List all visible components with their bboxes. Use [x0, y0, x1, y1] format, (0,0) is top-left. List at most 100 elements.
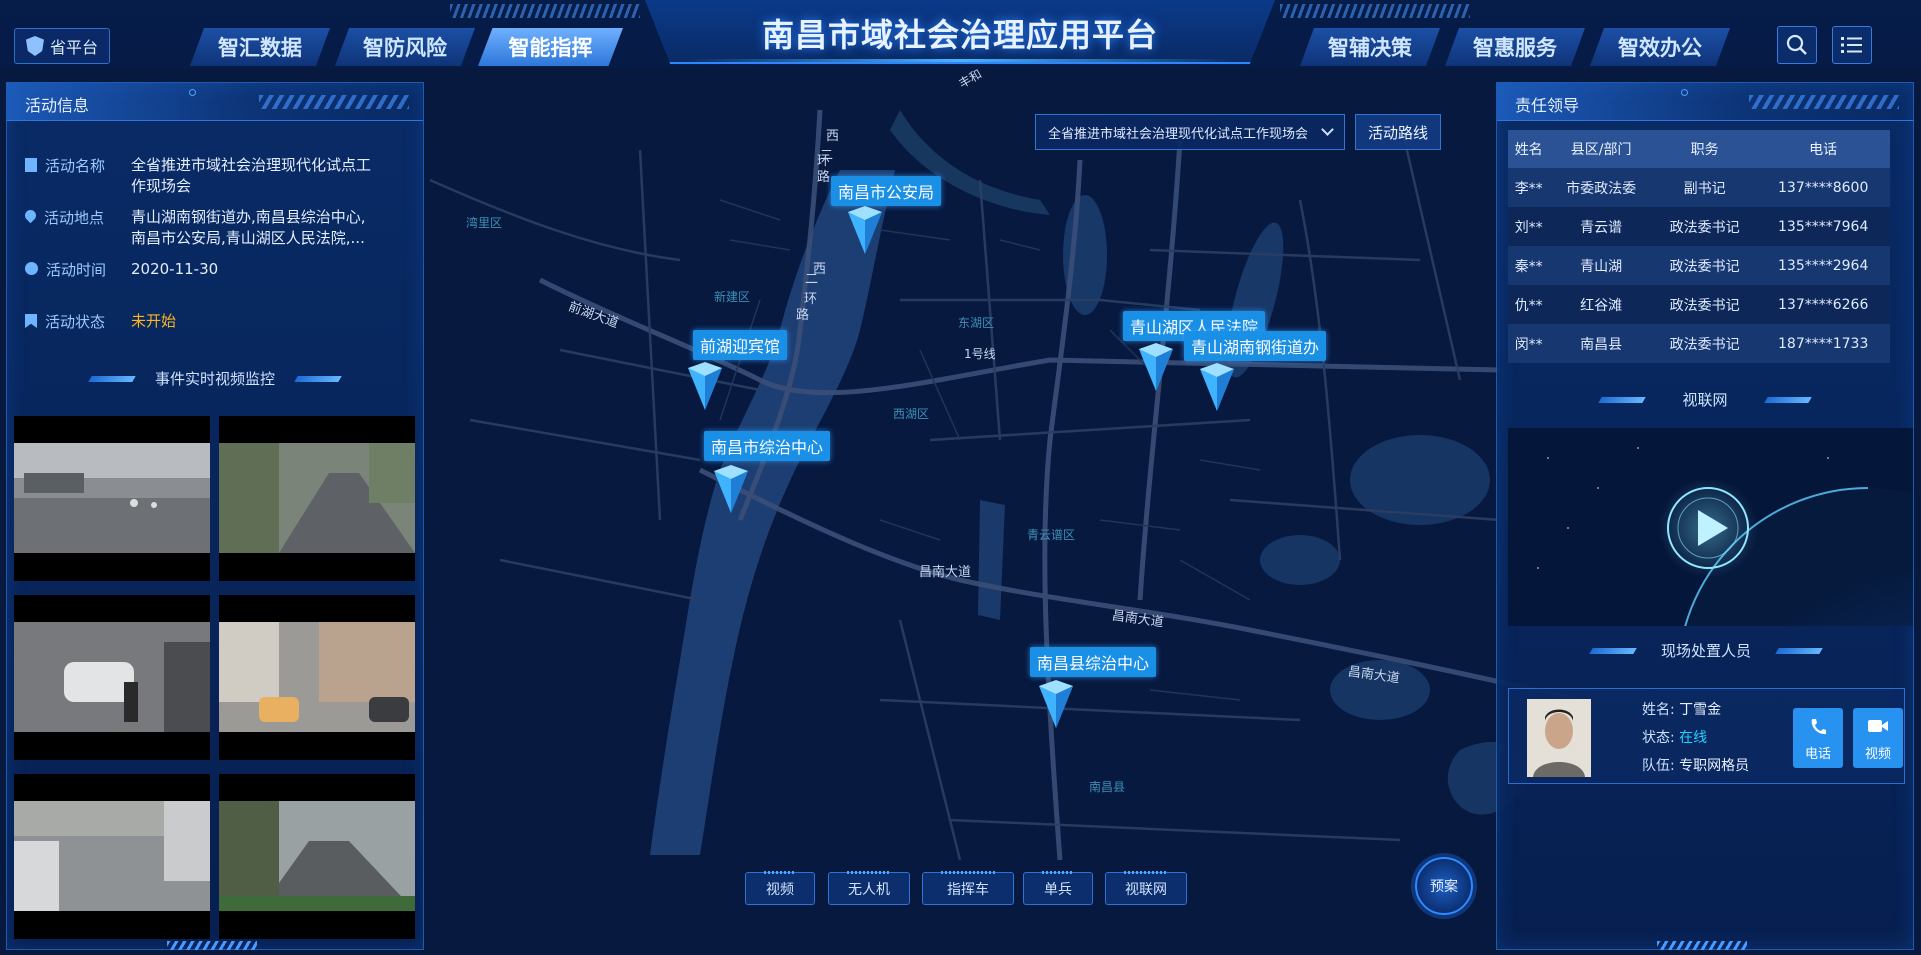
search-icon [1786, 34, 1807, 55]
phone-call-button[interactable]: 电话 [1793, 708, 1843, 768]
district-label-nanchang-county: 南昌县 [1089, 780, 1126, 794]
person-name: 丁雪金 [1679, 702, 1722, 718]
road-label-line1: 1号线 [964, 347, 996, 361]
province-platform-label: 省平台 [49, 38, 98, 57]
info-key: 活动地点 [22, 207, 121, 249]
panel-footer-decoration [1657, 941, 1747, 950]
table-row[interactable]: 李** 市委政法委 副书记 137****8600 [1508, 168, 1890, 207]
district-label-xinjian: 新建区 [714, 290, 751, 304]
bookmark-icon [25, 314, 37, 328]
video-feed-3[interactable] [14, 595, 210, 760]
province-platform-button[interactable]: 省平台 [14, 28, 110, 64]
person-status-line: 状态: 在线 [1642, 730, 1708, 746]
event-select-value: 全省推进市域社会治理现代化试点工作现场会 [1048, 126, 1309, 142]
marker-label[interactable]: 南昌市综治中心 [704, 431, 831, 461]
top-header: 南昌市域社会治理应用平台 省平台 智汇数据 智防风险 智能指挥 智辅决策 智惠服… [0, 0, 1921, 70]
marker-label[interactable]: 前湖迎宾馆 [693, 330, 788, 360]
activity-info-panel: 活动信息 活动名称 全省推进市域社会治理现代化试点工作现场会 活动地点 青山湖南… [6, 82, 424, 950]
road-label-west-ring-6: 二 [805, 272, 819, 287]
panel-title: 活动信息 [25, 96, 90, 115]
marker-pin-icon [714, 465, 748, 513]
table-row[interactable]: 秦** 青山湖 政法委书记 135****2964 [1508, 246, 1890, 285]
table-header-row: 姓名 县区/部门 职务 电话 [1508, 130, 1890, 168]
tab-decision[interactable]: 智辅决策 [1300, 28, 1440, 66]
tab-service[interactable]: 智惠服务 [1445, 28, 1585, 66]
header-dot [1681, 89, 1688, 96]
app-title: 南昌市域社会治理应用平台 [761, 16, 1158, 54]
tab-command[interactable]: 智能指挥 [478, 28, 623, 66]
district-label-wanli: 湾里区 [466, 216, 503, 230]
marker-pin-icon [848, 206, 882, 254]
onsite-person-card[interactable]: 姓名: 丁雪金 状态: 在线 队伍: 专职网格员 电话 视频 [1508, 688, 1905, 784]
tab-data[interactable]: 智汇数据 [190, 28, 330, 66]
clock-icon [25, 262, 38, 275]
command-vehicle-button[interactable]: 指挥车 [922, 871, 1014, 905]
marker-pin-icon [688, 362, 722, 410]
video-feed-5[interactable] [14, 774, 210, 939]
event-select[interactable]: 全省推进市域社会治理现代化试点工作现场会 [1035, 114, 1345, 150]
video-feed-4[interactable] [219, 595, 415, 760]
header-chevrons [259, 95, 409, 109]
video-frame [14, 443, 210, 553]
shield-icon [25, 36, 44, 56]
list-menu-icon [1841, 37, 1862, 53]
tab-office[interactable]: 智效办公 [1590, 28, 1730, 66]
video-net-player[interactable] [1508, 428, 1913, 626]
table-row[interactable]: 刘** 青云谱 政法委书记 135****7964 [1508, 207, 1890, 246]
video-feed-1[interactable] [14, 416, 210, 581]
header-decoration-right [1280, 4, 1470, 18]
person-team: 专职网格员 [1679, 758, 1750, 774]
drone-layer-button[interactable]: 无人机 [828, 871, 910, 905]
col-title: 职务 [1652, 130, 1757, 168]
person-team-line: 队伍: 专职网格员 [1642, 758, 1750, 774]
info-row-name: 活动名称 全省推进市域社会治理现代化试点工作现场会 [25, 155, 371, 197]
marker-pin-icon [1139, 343, 1173, 391]
header-chevrons [1749, 95, 1899, 109]
video-layer-button[interactable]: 视频 [745, 871, 815, 905]
chevron-down-icon [1321, 123, 1334, 136]
video-monitor-title: 事件实时视频监控 [150, 368, 280, 389]
col-dept: 县区/部门 [1549, 130, 1653, 168]
menu-button[interactable] [1832, 26, 1872, 64]
marker-label[interactable]: 青山湖南钢街道办 [1184, 331, 1327, 361]
person-status: 在线 [1679, 730, 1708, 746]
district-label-donghu: 东湖区 [958, 316, 995, 330]
single-soldier-button[interactable]: 单兵 [1023, 871, 1093, 905]
marker-label[interactable]: 南昌县综治中心 [1030, 647, 1157, 677]
person-name-line: 姓名: 丁雪金 [1642, 702, 1722, 718]
tab-risk[interactable]: 智防风险 [335, 28, 475, 66]
avatar [1527, 699, 1591, 777]
video-call-button[interactable]: 视频 [1853, 708, 1903, 768]
video-network-button[interactable]: 视联网 [1105, 871, 1187, 905]
panel-footer-decoration [167, 941, 257, 950]
info-row-time: 活动时间 2020-11-30 [25, 259, 371, 280]
leaders-table: 姓名 县区/部门 职务 电话 李** 市委政法委 副书记 137****8600 刘*… [1508, 130, 1890, 363]
activity-route-button[interactable]: 活动路线 [1355, 114, 1441, 150]
search-button[interactable] [1777, 26, 1817, 64]
header-dot [189, 89, 196, 96]
video-frame [14, 622, 210, 732]
video-feed-6[interactable] [219, 774, 415, 939]
planet-background [1508, 428, 1913, 626]
video-frame [14, 801, 210, 911]
table-row[interactable]: 闵** 南昌县 政法委书记 187****1733 [1508, 324, 1890, 363]
district-label-xihu: 西湖区 [893, 407, 930, 421]
onsite-staff-title: 现场处置人员 [1651, 640, 1761, 661]
location-pin-icon [22, 207, 39, 224]
activity-name-value: 全省推进市域社会治理现代化试点工作现场会 [131, 156, 372, 195]
phone-icon [1811, 719, 1826, 735]
marker-label[interactable]: 南昌市公安局 [831, 176, 942, 206]
activity-location-value: 青山湖南钢街道办,南昌县综治中心,南昌市公安局,青山湖区人民法院,... [131, 208, 366, 247]
video-feed-2[interactable] [219, 416, 415, 581]
marker-pin-icon [1200, 363, 1234, 411]
road-label-west-ring-4: 路 [817, 170, 831, 185]
road-label-west-ring-1: 西 [826, 129, 840, 144]
activity-time-value: 2020-11-30 [131, 260, 219, 278]
road-label-west-ring-8: 路 [796, 308, 810, 323]
header-decoration-left [450, 4, 640, 18]
table-row[interactable]: 仇** 红谷滩 政法委书记 137****6266 [1508, 285, 1890, 324]
info-row-location: 活动地点 青山湖南钢街道办,南昌县综治中心,南昌市公安局,青山湖区人民法院,..… [22, 207, 371, 249]
marker-pin-icon [1039, 680, 1073, 728]
info-key: 活动名称 [25, 155, 121, 197]
plan-button[interactable]: 预案 [1415, 857, 1473, 915]
